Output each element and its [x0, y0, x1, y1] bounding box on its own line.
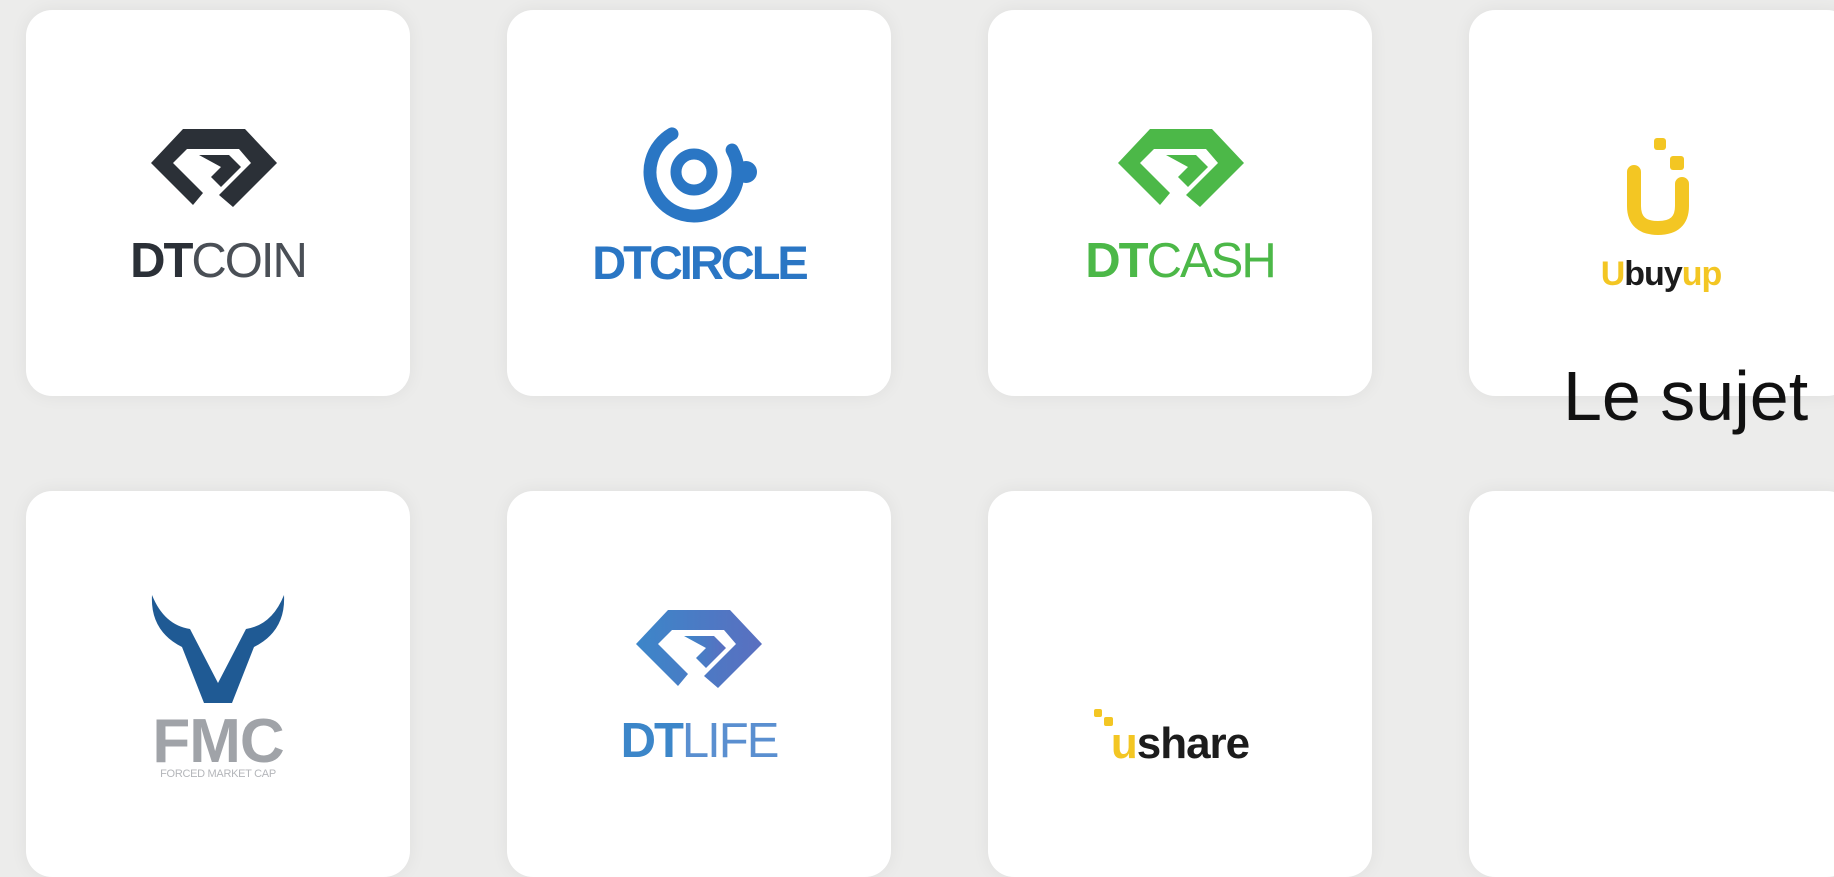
dtlife-brand-bold: DT — [620, 714, 684, 768]
ushare-dot-icon — [1094, 709, 1113, 726]
ubuyup-u-icon — [1627, 138, 1689, 236]
dtcoin-wordmark: DTCOIN — [26, 233, 410, 289]
dtcoin-brand-bold: DT — [130, 234, 193, 288]
empty-tile[interactable] — [1469, 491, 1834, 877]
dtcash-wordmark: DTCASH — [988, 233, 1372, 289]
dtcircle-brand-light: CIRCLE — [648, 236, 809, 289]
dtcash-brand-light: CASH — [1146, 234, 1277, 288]
dtcash-tile[interactable]: DTCASH — [988, 10, 1372, 396]
ubuyup-wordmark: Ubuyup — [1469, 255, 1834, 294]
dtcoin-brand-light: COIN — [191, 234, 307, 288]
dtlife-diamond-icon — [636, 610, 762, 688]
dtcoin-tile[interactable]: DTCOIN — [26, 10, 410, 396]
fmc-tagline: FORCED MARKET CAP — [160, 768, 276, 780]
dtlife-wordmark: DTLIFE — [507, 713, 891, 769]
dtcircle-icon — [643, 127, 757, 223]
dtcoin-diamond-icon — [151, 129, 277, 207]
dtcircle-brand-bold: DT — [592, 236, 652, 289]
caption-text: Le sujet — [1563, 357, 1809, 435]
dtcash-brand-bold: DT — [1085, 234, 1148, 288]
dtlife-brand-light: LIFE — [681, 714, 779, 768]
dtcircle-wordmark: DTCIRCLE — [507, 235, 891, 290]
ubuyup-brand-u: U — [1600, 255, 1626, 293]
ushare-tile[interactable]: ushare — [988, 491, 1372, 877]
dtlife-tile[interactable]: DTLIFE — [507, 491, 891, 877]
ubuyup-brand-up: up — [1681, 255, 1723, 293]
dtcash-diamond-icon — [1118, 129, 1244, 207]
ushare-brand-rest: share — [1136, 719, 1250, 768]
ushare-wordmark: ushare — [988, 719, 1372, 769]
fmc-tile[interactable]: FMC FORCED MARKET CAP — [26, 491, 410, 877]
ubuyup-brand-buy: buy — [1624, 255, 1682, 293]
dtcircle-tile[interactable]: DTCIRCLE — [507, 10, 891, 396]
fmc-bull-icon — [151, 595, 285, 703]
fmc-wordmark: FMC — [152, 707, 284, 776]
ubuyup-tile[interactable]: Ubuyup — [1469, 10, 1834, 396]
